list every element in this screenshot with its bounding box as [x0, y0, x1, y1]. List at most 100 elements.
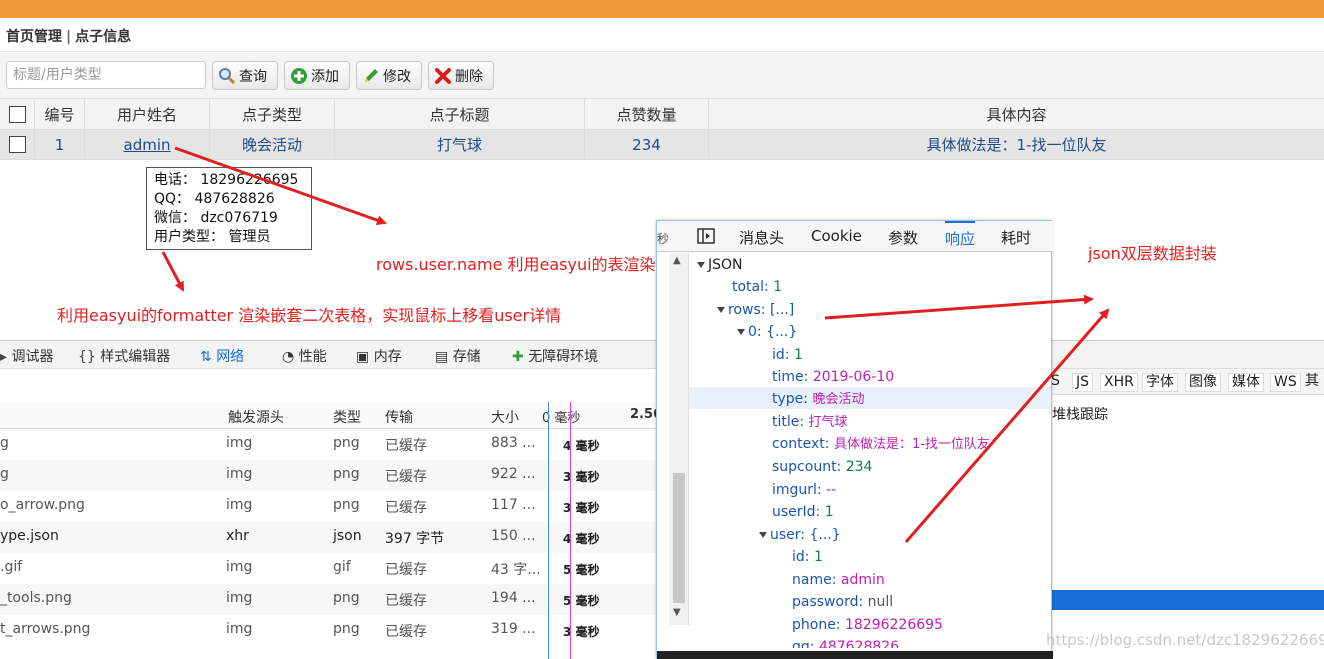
- column-transfer[interactable]: 传输: [385, 407, 413, 427]
- request-time: 4 毫秒: [563, 439, 600, 453]
- tab-style-editor[interactable]: {} 样式编辑器: [78, 346, 170, 366]
- json-imgurl[interactable]: imgurl: --: [772, 480, 836, 500]
- tab-memory[interactable]: ▣ 内存: [356, 346, 402, 366]
- tab-debugger[interactable]: ▸ 调试器: [0, 346, 53, 366]
- tab-response[interactable]: 响应: [945, 221, 976, 249]
- json-user-phone[interactable]: phone: 18296226695: [792, 615, 943, 635]
- column-initiator[interactable]: 触发源头: [228, 407, 284, 427]
- json-value: 487628826: [818, 639, 900, 648]
- json-root[interactable]: JSON: [697, 255, 743, 275]
- json-row-0[interactable]: 0: {...}: [737, 322, 797, 342]
- filter-image[interactable]: 图像: [1185, 373, 1221, 392]
- json-tree: JSON total: 1 rows: [...] 0: {...} id: 1…: [689, 253, 1051, 648]
- request-initiator: img: [226, 590, 253, 606]
- table-row[interactable]: 1 admin 晚会活动 打气球 234 具体做法是：1-找一位队友: [0, 130, 1324, 160]
- select-all-cell: [0, 99, 35, 129]
- panel-toggle-icon[interactable]: [697, 228, 715, 248]
- request-type: gif: [333, 559, 351, 575]
- request-initiator: img: [226, 435, 253, 451]
- json-user-id[interactable]: id: 1: [792, 547, 823, 567]
- table-row[interactable]: g img png 已缓存 883 ... 4 毫秒: [0, 429, 660, 460]
- scrollbar[interactable]: ▲ ▼: [669, 253, 689, 625]
- table-row[interactable]: .gif img gif 已缓存 43 字... 5 毫秒: [0, 553, 660, 584]
- tab-performance[interactable]: ◔ 性能: [282, 346, 327, 366]
- request-type-filters: S JS XHR 字体 图像 媒体 WS 其: [1044, 369, 1324, 395]
- tab-timings[interactable]: 耗时: [1001, 227, 1031, 248]
- json-userid[interactable]: userId: 1: [772, 502, 834, 522]
- tab-cookie[interactable]: Cookie: [811, 227, 862, 245]
- column-header-id[interactable]: 编号: [35, 99, 85, 129]
- request-size: 150 ...: [491, 528, 536, 544]
- waterfall-dom-line: [548, 402, 549, 659]
- table-row[interactable]: t_arrows.png img png 已缓存 319 ... 3 毫秒: [0, 615, 660, 646]
- column-size[interactable]: 大小: [491, 407, 519, 427]
- column-header-title[interactable]: 点子标题: [335, 99, 585, 129]
- stack-trace-label[interactable]: 堆栈跟踪: [1052, 404, 1108, 424]
- tab-params[interactable]: 参数: [888, 227, 918, 248]
- json-key: time:: [772, 369, 809, 385]
- column-header-username[interactable]: 用户姓名: [85, 99, 210, 129]
- request-file-name: _tools.png: [0, 590, 72, 606]
- json-id[interactable]: id: 1: [772, 345, 803, 365]
- json-title[interactable]: title: 打气球: [772, 412, 848, 433]
- json-rows[interactable]: rows: [...]: [717, 300, 794, 320]
- request-file-name: g: [0, 435, 9, 451]
- search-input[interactable]: [6, 61, 206, 89]
- edit-button[interactable]: 修改: [356, 61, 422, 90]
- json-value: null: [867, 594, 894, 610]
- plus-icon: [290, 67, 308, 85]
- breadcrumb-home[interactable]: 首页管理: [6, 29, 62, 45]
- filter-font[interactable]: 字体: [1142, 373, 1178, 392]
- table-row[interactable]: ype.json xhr json 397 字节 150 ... 4 毫秒: [0, 522, 660, 553]
- json-supcount[interactable]: supcount: 234: [772, 457, 872, 477]
- tab-network[interactable]: ⇅ 网络: [200, 346, 244, 366]
- json-total[interactable]: total: 1: [732, 277, 782, 297]
- cell-id: 1: [35, 130, 85, 159]
- filter-media[interactable]: 媒体: [1228, 373, 1264, 392]
- table-row[interactable]: _tools.png img png 已缓存 194 ... 5 毫秒: [0, 584, 660, 615]
- tab-performance-label: 性能: [298, 349, 327, 365]
- json-time[interactable]: time: 2019-06-10: [772, 367, 894, 387]
- json-key: imgurl:: [772, 482, 822, 498]
- filter-ws[interactable]: WS: [1270, 373, 1301, 392]
- table-row[interactable]: o_arrow.png img png 已缓存 117 ... 3 毫秒: [0, 491, 660, 522]
- json-value: admin: [840, 572, 885, 588]
- query-button[interactable]: 查询: [212, 61, 278, 90]
- tab-headers[interactable]: 消息头: [739, 227, 784, 248]
- annotation-rows-note: rows.user.name 利用easyui的表渲染: [376, 255, 656, 274]
- json-user-name[interactable]: name: admin: [792, 570, 885, 590]
- request-type: png: [333, 590, 360, 606]
- tab-accessibility-label: 无障碍环境: [528, 349, 599, 365]
- json-user-qq[interactable]: qq: 487628826: [792, 637, 899, 648]
- column-header-likes[interactable]: 点赞数量: [585, 99, 709, 129]
- json-type[interactable]: type: 晚会活动: [772, 389, 864, 410]
- column-header-type[interactable]: 点子类型: [210, 99, 335, 129]
- json-context[interactable]: context: 具体做法是：1-找一位队友: [772, 434, 990, 455]
- table-row[interactable]: g img png 已缓存 922 ... 3 毫秒: [0, 460, 660, 491]
- edit-button-label: 修改: [383, 68, 411, 85]
- tab-storage[interactable]: ▤ 存储: [435, 346, 481, 366]
- watermark: https://blog.csdn.net/dzc18296226695: [1046, 631, 1324, 649]
- column-type[interactable]: 类型: [333, 407, 361, 427]
- row-checkbox[interactable]: [8, 136, 26, 153]
- filter-js[interactable]: JS: [1072, 373, 1094, 392]
- cell-username: admin: [85, 130, 210, 159]
- scroll-down-icon[interactable]: ▼: [673, 607, 681, 618]
- scrollbar-thumb[interactable]: [673, 473, 685, 603]
- delete-button[interactable]: 删除: [428, 61, 494, 90]
- json-user-password[interactable]: password: null: [792, 592, 893, 612]
- breadcrumb-current[interactable]: 点子信息: [75, 29, 131, 45]
- scroll-up-icon[interactable]: ▲: [673, 255, 681, 266]
- tab-accessibility[interactable]: ✚ 无障碍环境: [512, 346, 598, 366]
- username-link[interactable]: admin: [124, 136, 171, 154]
- json-user[interactable]: user: {...}: [759, 525, 841, 545]
- add-button[interactable]: 添加: [284, 61, 350, 90]
- tab-debugger-label: 调试器: [11, 349, 54, 365]
- annotation-formatter-note: 利用easyui的formatter 渲染嵌套二次表格，实现鼠标上移看user详…: [57, 306, 562, 325]
- delete-button-label: 删除: [455, 68, 483, 85]
- filter-other[interactable]: 其: [1302, 373, 1322, 392]
- column-header-content[interactable]: 具体内容: [709, 99, 1324, 129]
- filter-xhr[interactable]: XHR: [1100, 373, 1138, 392]
- select-all-checkbox[interactable]: [8, 105, 26, 123]
- request-initiator: img: [226, 559, 253, 575]
